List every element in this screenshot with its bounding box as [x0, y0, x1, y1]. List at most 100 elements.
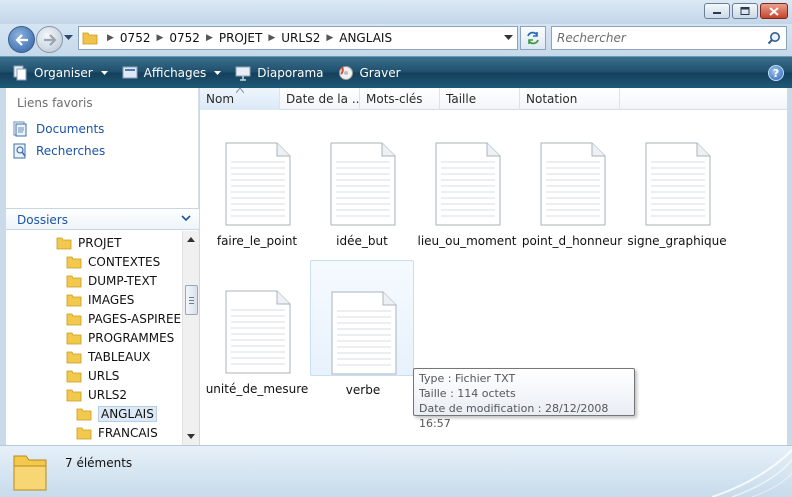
scroll-up-icon[interactable] [187, 237, 195, 242]
text-file-icon [330, 142, 396, 226]
navigation-pane: Liens favoris Documents Recherches Dossi… [6, 88, 199, 445]
column-header-date[interactable]: Date de la ... [280, 88, 360, 110]
sort-ascending-icon [236, 88, 244, 93]
breadcrumb-item[interactable]: PROJET [216, 31, 265, 45]
tree-item-projet[interactable]: PROJET [56, 233, 121, 252]
file-item[interactable]: lieu_ou_moment [415, 112, 519, 248]
arrow-left-icon [14, 33, 28, 46]
folder-icon [66, 351, 82, 363]
affichages-button[interactable]: Affichages [122, 61, 222, 85]
tree-item-contextes[interactable]: CONTEXTES [66, 252, 160, 271]
address-bar[interactable]: ▶ 0752 ▶ 0752 ▶ PROJET ▶ URLS2 ▶ ANGLAIS [78, 26, 518, 50]
chevron-down-icon [181, 215, 191, 222]
help-icon[interactable]: ? [768, 65, 784, 81]
folder-tree-scrollbar[interactable] [182, 231, 199, 445]
folder-icon [13, 455, 47, 491]
affichages-label: Affichages [143, 65, 207, 80]
tree-item-programmes[interactable]: PROGRAMMES [66, 328, 174, 347]
graver-button[interactable]: Graver [338, 61, 401, 85]
breadcrumb-separator[interactable]: ▶ [203, 33, 216, 43]
back-button[interactable] [8, 26, 35, 53]
folder-icon [66, 332, 82, 344]
refresh-button[interactable] [520, 26, 546, 50]
tree-item-francais[interactable]: FRANCAIS [76, 423, 158, 442]
breadcrumb-separator[interactable]: ▶ [153, 33, 166, 43]
tree-item-label: CONTEXTES [88, 254, 161, 269]
tree-item-urls[interactable]: URLS [66, 366, 119, 385]
folder-open-icon [66, 389, 82, 401]
file-item-hovered[interactable]: verbe [310, 260, 414, 397]
searches-icon [13, 143, 26, 159]
tree-item-label: PROGRAMMES [88, 330, 175, 345]
favorites-header: Liens favoris [17, 96, 93, 110]
folder-icon [76, 408, 92, 420]
tree-item-label: IMAGES [88, 292, 135, 307]
tree-item-tableaux[interactable]: TABLEAUX [66, 347, 150, 366]
file-item[interactable]: idée_but [310, 112, 414, 248]
decorative-swoosh [711, 449, 792, 497]
folder-icon [82, 32, 98, 45]
close-button[interactable] [760, 3, 788, 19]
file-name: verbe [345, 383, 381, 397]
tree-item-images[interactable]: IMAGES [66, 290, 134, 309]
breadcrumb-separator[interactable]: ▶ [104, 33, 117, 43]
column-header-nom[interactable]: Nom [200, 88, 280, 110]
folder-icon [76, 427, 92, 439]
file-item[interactable]: point_d_honneur [520, 112, 624, 248]
search-input[interactable] [557, 31, 757, 45]
breadcrumb-item[interactable]: 0752 [117, 31, 154, 45]
tree-item-label: PAGES-ASPIREES [88, 311, 182, 326]
file-item[interactable]: unité_de_mesure [205, 260, 309, 396]
tree-item-pages-aspirees[interactable]: PAGES-ASPIREES [66, 309, 182, 328]
favorite-label: Recherches [36, 144, 106, 158]
tree-item-urls2[interactable]: URLS2 [66, 385, 127, 404]
tooltip-type: Type : Fichier TXT [419, 372, 516, 385]
forward-button[interactable] [36, 26, 63, 53]
tree-item-label: FRANCAIS [98, 425, 158, 440]
tree-item-label: URLS [88, 368, 120, 383]
search-icon[interactable] [767, 31, 781, 45]
recent-pages-dropdown[interactable] [64, 35, 73, 41]
folder-icon [66, 313, 82, 325]
chevron-down-icon [214, 70, 222, 75]
column-header-mots-cles[interactable]: Mots-clés [360, 88, 440, 110]
file-item[interactable]: faire_le_point [205, 112, 309, 248]
column-header-label: Notation [526, 92, 578, 106]
breadcrumb: ▶ 0752 ▶ 0752 ▶ PROJET ▶ URLS2 ▶ ANGLAIS [104, 31, 395, 45]
arrow-right-icon [43, 33, 57, 46]
diaporama-button[interactable]: Diaporama [235, 61, 324, 85]
text-file-icon [331, 291, 397, 375]
title-bar [0, 0, 792, 24]
organiser-label: Organiser [34, 65, 93, 80]
breadcrumb-item[interactable]: 0752 [166, 31, 203, 45]
address-dropdown-icon[interactable] [504, 35, 513, 41]
column-header-taille[interactable]: Taille [440, 88, 520, 110]
window-controls [704, 3, 788, 19]
tree-item-label: TABLEAUX [88, 349, 151, 364]
scrollbar-thumb[interactable] [185, 285, 198, 315]
tree-item-label: DUMP-TEXT [88, 273, 157, 288]
tooltip-modified: Date de modification : 28/12/2008 16:57 [419, 402, 609, 430]
file-item[interactable]: signe_graphique [625, 112, 729, 248]
graver-label: Graver [359, 65, 401, 80]
details-pane: 7 éléments [0, 445, 792, 497]
file-name: signe_graphique [627, 234, 727, 248]
chevron-down-icon [100, 70, 108, 75]
tree-item-anglais[interactable]: ANGLAIS [76, 404, 157, 423]
column-header-label: Nom [206, 92, 235, 106]
text-file-icon [225, 290, 291, 374]
folder-icon [56, 237, 72, 249]
tree-item-dump-text[interactable]: DUMP-TEXT [66, 271, 157, 290]
organiser-button[interactable]: Organiser [12, 61, 108, 85]
breadcrumb-item[interactable]: URLS2 [278, 31, 323, 45]
breadcrumb-separator[interactable]: ▶ [323, 33, 336, 43]
maximize-button[interactable] [732, 3, 758, 19]
column-header-notation[interactable]: Notation [520, 88, 620, 110]
minimize-button[interactable] [704, 3, 730, 19]
breadcrumb-separator[interactable]: ▶ [265, 33, 278, 43]
favorite-searches[interactable]: Recherches [12, 143, 105, 159]
breadcrumb-item[interactable]: ANGLAIS [336, 31, 395, 45]
scroll-down-icon[interactable] [187, 434, 195, 439]
favorite-documents[interactable]: Documents [12, 121, 104, 137]
folders-header[interactable]: Dossiers [6, 208, 199, 230]
